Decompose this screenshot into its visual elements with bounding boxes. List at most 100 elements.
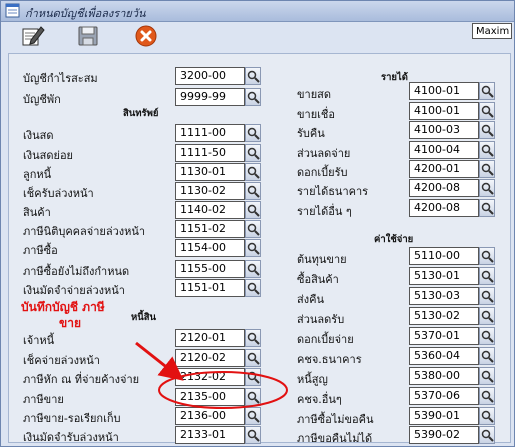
lookup-button[interactable] (479, 102, 495, 120)
asset-label: ภาษีนิติบุคคลจ่ายล่วงหน้า (23, 225, 146, 238)
lookup-button[interactable] (245, 368, 261, 386)
asset-account-field[interactable]: 1155-00 (175, 260, 245, 278)
lookup-button[interactable] (245, 279, 261, 297)
lookup-button[interactable] (245, 163, 261, 181)
search-icon (481, 202, 494, 215)
income-account-field[interactable]: 4100-04 (409, 141, 479, 159)
cancel-icon[interactable] (134, 24, 158, 48)
lookup-button[interactable] (245, 124, 261, 142)
lookup-button[interactable] (245, 220, 261, 238)
lookup-button[interactable] (479, 367, 495, 385)
lookup-button[interactable] (245, 201, 261, 219)
expense-account-field[interactable]: 5110-00 (409, 247, 479, 265)
suspense-account-field[interactable]: 9999-99 (175, 88, 245, 106)
expense-account-field[interactable]: 5370-01 (409, 327, 479, 345)
lookup-button[interactable] (479, 267, 495, 285)
lookup-button[interactable] (479, 307, 495, 325)
lookup-button[interactable] (245, 182, 261, 200)
income-label: ดอกเบี้ยรับ (297, 166, 348, 179)
lookup-button[interactable] (245, 349, 261, 367)
lookup-button[interactable] (245, 67, 261, 85)
income-account-field[interactable]: 4100-01 (409, 102, 479, 120)
search-icon (247, 70, 260, 83)
output-vat-field[interactable]: 2135-00 (175, 388, 245, 406)
expense-section-title: ค่าใช้จ่าย (374, 234, 414, 245)
asset-account-field[interactable]: 1151-02 (175, 220, 245, 238)
asset-label: ลูกหนี้ (23, 168, 52, 181)
search-icon (247, 391, 260, 404)
expense-label: ต้นทุนขาย (297, 253, 347, 266)
asset-account-field[interactable]: 1111-00 (175, 124, 245, 142)
lookup-button[interactable] (245, 329, 261, 347)
expense-account-field[interactable]: 5130-01 (409, 267, 479, 285)
search-icon (481, 124, 494, 137)
lookup-button[interactable] (245, 260, 261, 278)
expense-account-field[interactable]: 5130-02 (409, 307, 479, 325)
lookup-button[interactable] (479, 121, 495, 139)
expense-label: คชจ.ธนาคาร (297, 353, 362, 366)
asset-account-field[interactable]: 1130-01 (175, 163, 245, 181)
lookup-button[interactable] (479, 327, 495, 345)
lookup-button[interactable] (479, 247, 495, 265)
search-icon (481, 429, 494, 442)
account-mapping-window: กำหนดบัญชีเพื่อลงรายวัน Maxim บัญชีกำไรส… (0, 0, 515, 447)
lookup-button[interactable] (245, 144, 261, 162)
income-account-field[interactable]: 4100-03 (409, 121, 479, 139)
search-icon (247, 429, 260, 442)
lookup-button[interactable] (245, 407, 261, 425)
lookup-button[interactable] (479, 287, 495, 305)
lookup-button[interactable] (479, 407, 495, 425)
search-icon (481, 105, 494, 118)
asset-label: ภาษีซื้อ (23, 244, 58, 257)
lookup-button[interactable] (479, 387, 495, 405)
expense-account-field[interactable]: 5390-02 (409, 426, 479, 444)
liability-account-field[interactable]: 2133-01 (175, 426, 245, 444)
edit-icon[interactable] (21, 24, 45, 48)
expense-account-field[interactable]: 5130-03 (409, 287, 479, 305)
asset-label: สินค้า (23, 206, 51, 219)
lookup-button[interactable] (245, 239, 261, 257)
asset-account-field[interactable]: 1130-02 (175, 182, 245, 200)
asset-account-field[interactable]: 1154-00 (175, 239, 245, 257)
lookup-button[interactable] (245, 88, 261, 106)
expense-label: ส่งคืน (297, 293, 324, 306)
income-account-field[interactable]: 4200-01 (409, 160, 479, 178)
liability-account-field[interactable]: 2132-02 (175, 368, 245, 386)
lookup-button[interactable] (245, 426, 261, 444)
toolbar (1, 22, 514, 50)
lookup-button[interactable] (479, 347, 495, 365)
liability-account-field[interactable]: 2136-00 (175, 407, 245, 425)
save-icon[interactable] (76, 24, 100, 48)
lookup-button[interactable] (479, 160, 495, 178)
retained-earnings-field[interactable]: 3200-00 (175, 67, 245, 85)
asset-account-field[interactable]: 1111-50 (175, 144, 245, 162)
search-icon (247, 371, 260, 384)
lookup-button[interactable] (479, 199, 495, 217)
window-title: กำหนดบัญชีเพื่อลงรายวัน (25, 7, 146, 20)
liability-account-field[interactable]: 2120-02 (175, 349, 245, 367)
income-account-field[interactable]: 4200-08 (409, 199, 479, 217)
expense-label: คชจ.อื่นๆ (297, 393, 342, 406)
expense-account-field[interactable]: 5390-01 (409, 407, 479, 425)
search-icon (481, 410, 494, 423)
search-icon (481, 250, 494, 263)
income-account-field[interactable]: 4100-01 (409, 82, 479, 100)
asset-account-field[interactable]: 1140-02 (175, 201, 245, 219)
lookup-button[interactable] (479, 179, 495, 197)
maximize-field[interactable]: Maxim (472, 23, 512, 39)
liability-account-field[interactable]: 2120-01 (175, 329, 245, 347)
lookup-button[interactable] (479, 141, 495, 159)
expense-account-field[interactable]: 5370-06 (409, 387, 479, 405)
lookup-button[interactable] (245, 388, 261, 406)
income-account-field[interactable]: 4200-08 (409, 179, 479, 197)
expense-account-field[interactable]: 5360-04 (409, 347, 479, 365)
income-label: ขายสด (297, 88, 331, 101)
search-icon (481, 163, 494, 176)
search-icon (481, 290, 494, 303)
liability-label: ภาษีขาย (23, 393, 64, 406)
asset-account-field[interactable]: 1151-01 (175, 279, 245, 297)
lookup-button[interactable] (479, 82, 495, 100)
search-icon (481, 182, 494, 195)
expense-account-field[interactable]: 5380-00 (409, 367, 479, 385)
lookup-button[interactable] (479, 426, 495, 444)
